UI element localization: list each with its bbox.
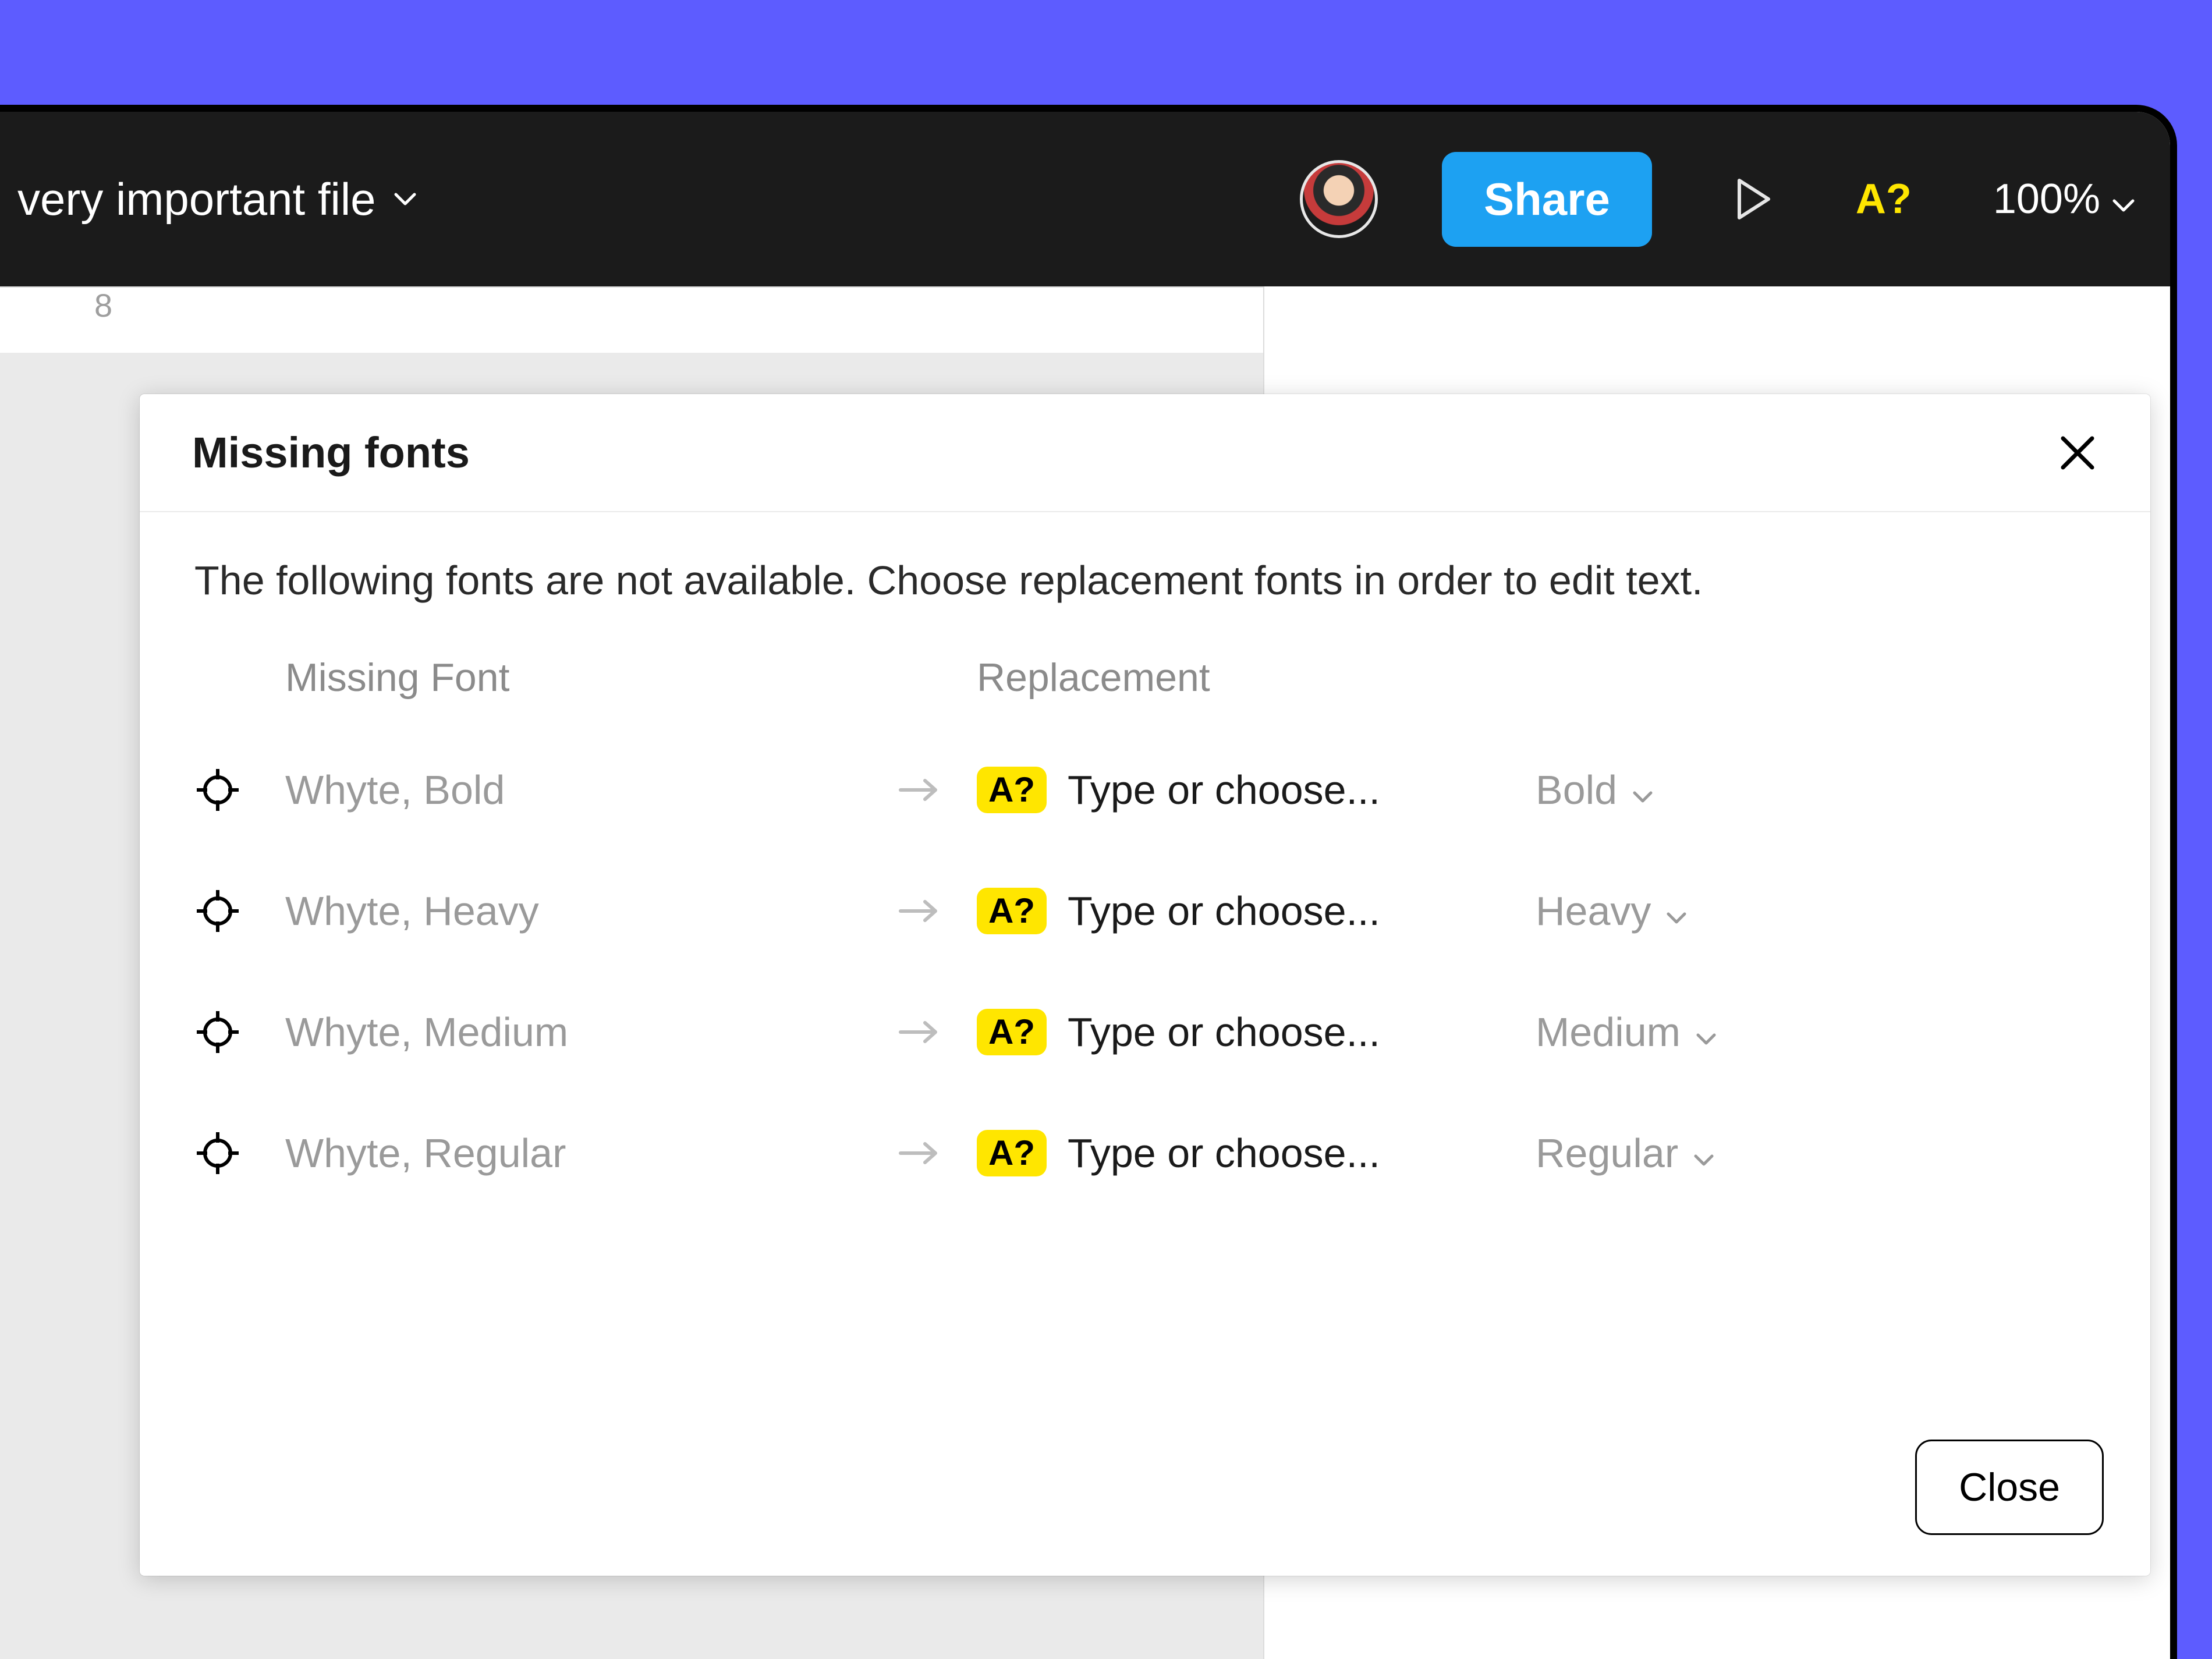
font-weight-dropdown[interactable]: Bold — [1536, 767, 1653, 813]
share-button[interactable]: Share — [1442, 152, 1652, 247]
column-header-missing-font: Missing Font — [194, 655, 862, 700]
crosshair-icon[interactable] — [194, 1009, 285, 1055]
file-name-label: very important file — [17, 173, 376, 226]
font-weight-dropdown[interactable]: Medium — [1536, 1009, 1717, 1055]
dialog-body: The following fonts are not available. C… — [140, 512, 2150, 1405]
dialog-footer: Close — [140, 1405, 2150, 1576]
font-weight-dropdown[interactable]: Regular — [1536, 1130, 1714, 1176]
font-weight-label: Regular — [1536, 1130, 1678, 1176]
missing-font-badge-icon: A? — [977, 1130, 1047, 1176]
missing-fonts-indicator[interactable]: A? — [1856, 175, 1912, 223]
file-name-dropdown[interactable]: very important file — [17, 173, 417, 226]
close-button[interactable]: Close — [1915, 1440, 2104, 1535]
chevron-down-icon — [394, 192, 417, 207]
font-weight-label: Medium — [1536, 1009, 1681, 1055]
dialog-header: Missing fonts — [140, 394, 2150, 512]
arrow-right-icon — [862, 775, 977, 804]
missing-font-badge-icon: A? — [977, 888, 1047, 934]
replacement-cell: A? — [977, 767, 1483, 813]
dialog-title: Missing fonts — [192, 428, 470, 477]
replacement-cell: A? — [977, 1009, 1483, 1055]
font-weight-dropdown[interactable]: Heavy — [1536, 888, 1687, 934]
arrow-right-icon — [862, 896, 977, 926]
app-window: very important file Share A? 100% 8 Miss… — [0, 105, 2177, 1659]
font-weight-label: Heavy — [1536, 888, 1651, 934]
font-row: Whyte, Heavy A? Heavy — [194, 850, 2096, 972]
zoom-label: 100% — [1993, 175, 2100, 223]
replacement-font-input[interactable] — [1068, 1130, 1483, 1176]
replacement-cell: A? — [977, 888, 1483, 934]
replacement-font-input[interactable] — [1068, 1009, 1483, 1055]
crosshair-icon[interactable] — [194, 888, 285, 934]
replacement-cell: A? — [977, 1130, 1483, 1176]
font-row: Whyte, Bold A? Bold — [194, 729, 2096, 850]
ruler-tick-label: 8 — [94, 286, 112, 324]
font-weight-label: Bold — [1536, 767, 1617, 813]
dialog-description: The following fonts are not available. C… — [194, 553, 2096, 608]
missing-font-badge-icon: A? — [977, 1009, 1047, 1055]
missing-font-badge-icon: A? — [977, 767, 1047, 813]
missing-font-name: Whyte, Bold — [285, 767, 862, 813]
chevron-down-icon — [1696, 1009, 1717, 1055]
close-icon[interactable] — [2057, 433, 2098, 473]
missing-font-name: Whyte, Regular — [285, 1130, 862, 1176]
font-row: Whyte, Medium A? Medium — [194, 972, 2096, 1093]
top-toolbar: very important file Share A? 100% — [0, 112, 2170, 286]
avatar[interactable] — [1300, 160, 1378, 238]
chevron-down-icon — [1666, 888, 1687, 934]
chevron-down-icon — [2112, 175, 2135, 223]
table-header-row: Missing Font Replacement — [194, 655, 2096, 700]
missing-fonts-dialog: Missing fonts The following fonts are no… — [140, 394, 2150, 1576]
crosshair-icon[interactable] — [194, 767, 285, 813]
arrow-right-icon — [862, 1018, 977, 1047]
chevron-down-icon — [1632, 767, 1653, 813]
arrow-right-icon — [862, 1139, 977, 1168]
replacement-font-input[interactable] — [1068, 888, 1483, 934]
replacement-font-input[interactable] — [1068, 767, 1483, 813]
missing-font-name: Whyte, Medium — [285, 1009, 862, 1055]
present-button[interactable] — [1734, 176, 1774, 222]
missing-font-name: Whyte, Heavy — [285, 888, 862, 934]
column-header-replacement: Replacement — [862, 655, 1210, 700]
chevron-down-icon — [1693, 1130, 1714, 1176]
font-row: Whyte, Regular A? Regular — [194, 1093, 2096, 1214]
zoom-dropdown[interactable]: 100% — [1993, 175, 2135, 223]
crosshair-icon[interactable] — [194, 1130, 285, 1176]
